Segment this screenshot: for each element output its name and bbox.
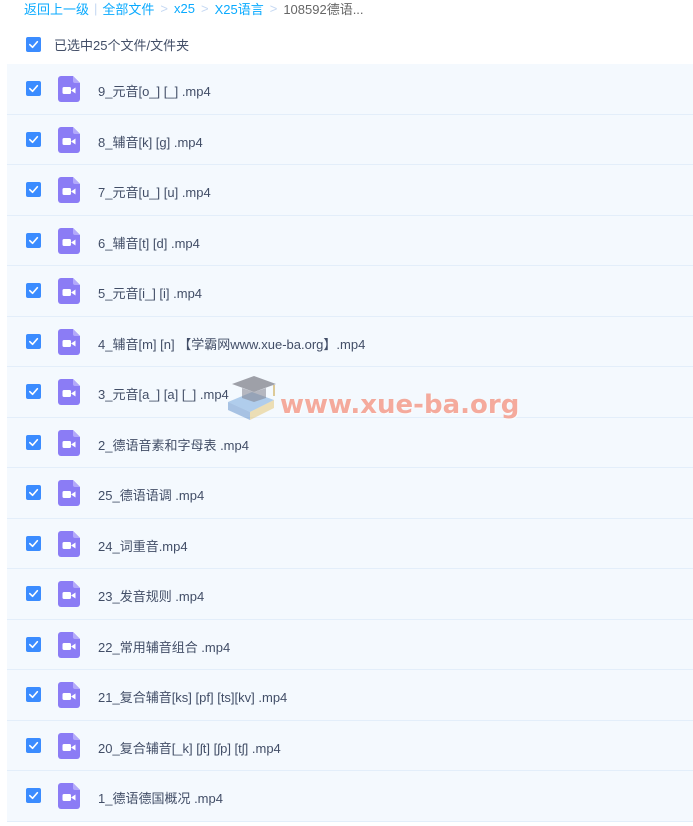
file-row[interactable]: 3_元音[a_] [a] [_] .mp4 <box>7 367 693 418</box>
file-row[interactable]: 22_常用辅音组合 .mp4 <box>7 619 693 670</box>
file-name[interactable]: 21_复合辅音[ks] [pf] [ts][kv] .mp4 <box>98 687 287 706</box>
check-icon <box>29 741 39 749</box>
file-row[interactable]: 4_辅音[m] [n] 【学霸网www.xue-ba.org】.mp4 <box>7 316 693 367</box>
check-icon <box>29 791 39 800</box>
file-row[interactable]: 6_辅音[t] [d] .mp4 <box>7 215 693 266</box>
check-icon <box>29 40 39 48</box>
check-icon <box>29 84 39 93</box>
video-file-icon <box>58 631 80 658</box>
file-name[interactable]: 25_德语语调 .mp4 <box>98 485 204 504</box>
check-icon <box>29 640 39 648</box>
check-icon <box>29 286 39 295</box>
file-row[interactable]: 5_元音[i_] [i] .mp4 <box>7 266 693 317</box>
file-name[interactable]: 1_德语德国概况 .mp4 <box>98 788 223 807</box>
file-row[interactable]: 25_德语语调 .mp4 <box>7 468 693 519</box>
file-checkbox[interactable] <box>26 232 41 248</box>
video-file-icon <box>58 328 80 355</box>
breadcrumb-x25-language[interactable]: X25语言 <box>215 0 264 18</box>
check-icon <box>29 438 39 446</box>
breadcrumb-current-folder: 108592德语... <box>283 1 364 17</box>
file-row[interactable]: 2_德语音素和字母表 .mp4 <box>7 417 693 468</box>
file-list: 9_元音[o_] [_] .mp4 8_辅音[k] [g] .mp4 7_元音[u_… <box>7 64 693 822</box>
check-icon <box>29 589 39 598</box>
file-checkbox[interactable] <box>26 131 41 147</box>
video-file-icon <box>58 530 80 557</box>
check-icon <box>29 690 39 699</box>
check-icon <box>29 236 39 244</box>
back-link[interactable]: 返回上一级 <box>24 0 89 18</box>
file-checkbox[interactable] <box>26 283 41 298</box>
file-row[interactable]: 24_词重音.mp4 <box>7 518 693 569</box>
file-checkbox[interactable] <box>26 788 41 803</box>
check-icon <box>29 488 39 497</box>
video-file-icon <box>58 429 80 456</box>
file-checkbox[interactable] <box>26 687 41 702</box>
check-icon <box>29 387 39 396</box>
file-checkbox[interactable] <box>26 636 41 652</box>
breadcrumb-all-files[interactable]: 全部文件 <box>102 0 154 18</box>
select-all-bar: 已选中25个文件/文件夹 <box>26 36 190 53</box>
file-checkbox[interactable] <box>26 737 41 753</box>
video-file-icon <box>58 126 80 153</box>
file-checkbox[interactable] <box>26 182 41 197</box>
check-icon <box>29 539 39 547</box>
file-name[interactable]: 24_词重音.mp4 <box>98 536 188 555</box>
file-row[interactable]: 20_复合辅音[_k] [ʃt] [ʃp] [tʃ] .mp4 <box>7 720 693 771</box>
file-name[interactable]: 22_常用辅音组合 .mp4 <box>98 637 230 656</box>
breadcrumb-separator: > <box>200 0 209 16</box>
breadcrumb-x25[interactable]: x25 <box>174 1 195 16</box>
check-icon <box>29 337 39 345</box>
breadcrumb: 返回上一级 | 全部文件 > x25 > X25语言 > 108592德语... <box>24 0 364 18</box>
file-checkbox[interactable] <box>26 384 41 399</box>
video-file-icon <box>58 682 80 708</box>
file-name[interactable]: 4_辅音[m] [n] 【学霸网www.xue-ba.org】.mp4 <box>98 334 365 353</box>
file-row[interactable]: 21_复合辅音[ks] [pf] [ts][kv] .mp4 <box>7 670 693 721</box>
file-checkbox[interactable] <box>26 586 41 601</box>
file-row[interactable]: 7_元音[u_] [u] .mp4 <box>7 165 693 216</box>
file-name[interactable]: 23_发音规则 .mp4 <box>98 586 204 605</box>
file-checkbox[interactable] <box>26 485 41 500</box>
file-name[interactable]: 8_辅音[k] [g] .mp4 <box>98 132 203 151</box>
video-file-icon <box>58 278 80 304</box>
file-checkbox[interactable] <box>26 333 41 349</box>
file-checkbox[interactable] <box>26 434 41 450</box>
selection-count-label: 已选中25个文件/文件夹 <box>54 37 190 53</box>
breadcrumb-divider: | <box>94 0 98 16</box>
video-file-icon <box>58 177 80 203</box>
select-all-checkbox[interactable] <box>26 36 41 52</box>
file-row[interactable]: 23_发音规则 .mp4 <box>7 569 693 620</box>
video-file-icon <box>58 227 80 254</box>
file-name[interactable]: 2_德语音素和字母表 .mp4 <box>98 435 249 454</box>
file-name[interactable]: 20_复合辅音[_k] [ʃt] [ʃp] [tʃ] .mp4 <box>98 738 281 757</box>
file-name[interactable]: 6_辅音[t] [d] .mp4 <box>98 233 200 252</box>
file-name[interactable]: 5_元音[i_] [i] .mp4 <box>98 283 202 302</box>
video-file-icon <box>58 783 80 809</box>
check-icon <box>29 185 39 194</box>
file-row[interactable]: 9_元音[o_] [_] .mp4 <box>7 64 693 115</box>
file-checkbox[interactable] <box>26 81 41 96</box>
file-name[interactable]: 7_元音[u_] [u] .mp4 <box>98 182 211 201</box>
video-file-icon <box>58 76 80 102</box>
video-file-icon <box>58 581 80 607</box>
video-file-icon <box>58 480 80 506</box>
file-row[interactable]: 1_德语德国概况 .mp4 <box>7 771 693 822</box>
breadcrumb-separator: > <box>160 0 169 16</box>
file-checkbox[interactable] <box>26 535 41 551</box>
file-name[interactable]: 9_元音[o_] [_] .mp4 <box>98 81 211 100</box>
video-file-icon <box>58 732 80 759</box>
file-row[interactable]: 8_辅音[k] [g] .mp4 <box>7 114 693 165</box>
video-file-icon <box>58 379 80 405</box>
check-icon <box>29 135 39 143</box>
breadcrumb-separator: > <box>269 0 278 16</box>
file-name[interactable]: 3_元音[a_] [a] [_] .mp4 <box>98 384 229 403</box>
